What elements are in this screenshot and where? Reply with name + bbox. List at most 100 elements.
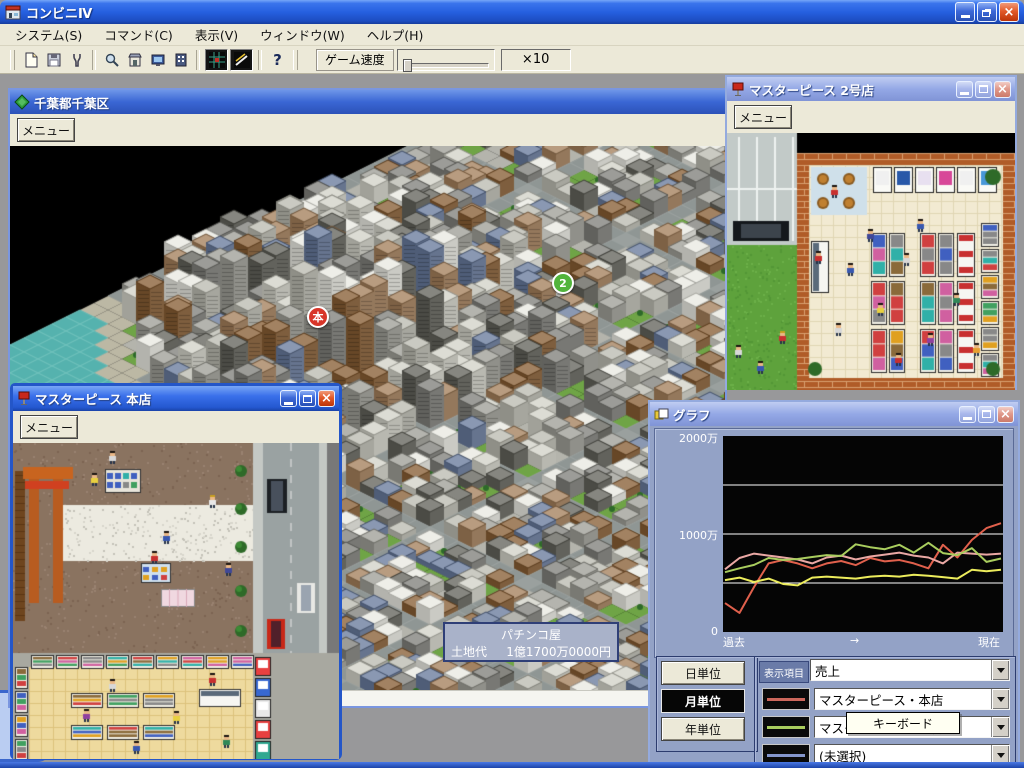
xtick-now: 現在: [978, 634, 1000, 650]
keyboard-tooltip: キーボード: [846, 712, 960, 734]
display-item-select[interactable]: 売上: [810, 659, 1010, 681]
toolbar-grip: [293, 50, 298, 70]
graph-minimize-button[interactable]: [959, 406, 976, 423]
marker-label: 本: [313, 309, 324, 325]
series1-value: マスターピース・本店: [815, 690, 991, 709]
map-marker-store2[interactable]: 2: [552, 272, 574, 294]
store2-window-title: マスターピース 2号店: [749, 80, 952, 99]
zoom-button[interactable]: [100, 49, 123, 71]
tool-wrench-button[interactable]: [65, 49, 88, 71]
report-button[interactable]: [230, 49, 253, 71]
land-grid-icon: [209, 52, 225, 68]
store2-close-button[interactable]: ×: [994, 81, 1011, 98]
honten-window-title: マスターピース 本店: [35, 389, 276, 408]
store2-menu-button[interactable]: メニュー: [734, 105, 792, 129]
store2-maximize-button[interactable]: [975, 81, 992, 98]
save-button[interactable]: [42, 49, 65, 71]
magnifier-icon: [104, 52, 120, 68]
help-icon: ?: [273, 51, 282, 69]
slider-thumb[interactable]: [403, 59, 412, 72]
app-minimize-button[interactable]: [955, 2, 975, 22]
game-speed-slider[interactable]: [397, 49, 495, 71]
app-title: コンビニⅣ: [26, 3, 950, 22]
dropdown-arrow-icon[interactable]: [991, 660, 1009, 680]
honten-window-titlebar[interactable]: マスターピース 本店 ×: [13, 386, 339, 411]
dropdown-arrow-icon[interactable]: [991, 717, 1009, 737]
honten-window: マスターピース 本店 × メニュー: [10, 383, 342, 760]
honten-canvas[interactable]: [13, 443, 339, 759]
legend-swatch-honten: [762, 688, 810, 710]
store2-window-icon: [731, 82, 745, 97]
menu-window[interactable]: ウィンドウ(W): [249, 23, 356, 46]
app-menubar: システム(S) コマンド(C) 表示(V) ウィンドウ(W) ヘルプ(H): [0, 24, 1024, 46]
app-close-button[interactable]: ×: [999, 2, 1019, 22]
save-icon: [46, 52, 62, 68]
desktop: コンビニⅣ × システム(S) コマンド(C) 表示(V) ウィンドウ(W) ヘ…: [0, 0, 1024, 768]
graph-body: 2000万 1000万 0 過去 → 現在 日単位 月単位 年単位 表示項目 売…: [650, 426, 1018, 762]
store2-view: [727, 133, 1015, 390]
app-toolbar: ? ゲーム速度 ×10: [0, 46, 1024, 74]
graph-close-button[interactable]: ×: [997, 406, 1014, 423]
dropdown-arrow-icon[interactable]: [991, 689, 1009, 709]
game-speed-label: ゲーム速度: [316, 49, 394, 71]
store2-window: マスターピース 2号店 × メニュー: [725, 75, 1017, 390]
map-marker-honten[interactable]: 本: [307, 306, 329, 328]
building-button[interactable]: [169, 49, 192, 71]
ytick-0: 0: [656, 625, 718, 638]
toolbar-grip: [10, 50, 15, 70]
dropdown-arrow-icon[interactable]: [991, 745, 1009, 762]
store2-menu-strip: メニュー: [727, 101, 1015, 133]
period-day-button[interactable]: 日単位: [661, 661, 745, 685]
tooltip-row-label: 土地代: [451, 643, 487, 660]
city-window-titlebar[interactable]: 千葉都千葉区: [10, 90, 725, 114]
toolbar-separator: [258, 50, 262, 70]
app-icon: [5, 4, 21, 20]
new-file-icon: [23, 52, 39, 68]
new-file-button[interactable]: [19, 49, 42, 71]
store-icon: [127, 52, 143, 68]
honten-window-icon: [17, 391, 31, 406]
graph-window-titlebar[interactable]: グラフ ×: [650, 402, 1018, 426]
store-view-button[interactable]: [123, 49, 146, 71]
honten-close-button[interactable]: ×: [318, 390, 335, 407]
menu-system[interactable]: システム(S): [4, 23, 93, 46]
menu-command[interactable]: コマンド(C): [93, 23, 183, 46]
series3-select[interactable]: (未選択): [814, 744, 1010, 762]
series3-value: (未選択): [815, 746, 991, 763]
toolbar-separator: [196, 50, 200, 70]
graph-maximize-button[interactable]: [978, 406, 995, 423]
menu-view[interactable]: 表示(V): [184, 23, 249, 46]
marker-label: 2: [559, 277, 567, 290]
city-window-icon: [14, 94, 30, 110]
period-month-button[interactable]: 月単位: [661, 689, 745, 713]
game-speed-value: ×10: [501, 49, 571, 71]
store2-canvas[interactable]: [727, 133, 1015, 390]
xtick-past: 過去: [723, 634, 745, 650]
app-restore-button[interactable]: [977, 2, 997, 22]
period-year-button[interactable]: 年単位: [661, 717, 745, 741]
series1-select[interactable]: マスターピース・本店: [814, 688, 1010, 710]
graph-window: グラフ × 2000万 1000万 0 過去 → 現在 日単位: [648, 400, 1020, 762]
honten-minimize-button[interactable]: [280, 390, 297, 407]
xtick-arrow: →: [850, 634, 859, 647]
tooltip-row-value: 1億1700万0000円: [506, 643, 611, 660]
city-menu-button[interactable]: メニュー: [17, 118, 75, 142]
ytick-2000: 2000万: [656, 430, 718, 446]
help-button[interactable]: ?: [266, 49, 289, 71]
graph-window-icon: [654, 407, 669, 421]
honten-view: [13, 443, 339, 759]
legend-swatch-unselected: [762, 744, 810, 762]
honten-menu-button[interactable]: メニュー: [20, 415, 78, 439]
menu-help[interactable]: ヘルプ(H): [356, 23, 435, 46]
sales-chart: [723, 436, 1003, 632]
honten-maximize-button[interactable]: [299, 390, 316, 407]
graph-window-title: グラフ: [673, 405, 955, 424]
app-titlebar: コンビニⅣ ×: [0, 0, 1024, 24]
land-grid-button[interactable]: [205, 49, 228, 71]
monitor-button[interactable]: [146, 49, 169, 71]
store2-window-titlebar[interactable]: マスターピース 2号店 ×: [727, 77, 1015, 101]
monitor-icon: [150, 52, 166, 68]
store2-minimize-button[interactable]: [956, 81, 973, 98]
mdi-workspace: 千葉都千葉区 メニュー 本 2 パチンコ屋 土地代 1億1700万0000円: [0, 74, 1024, 762]
slider-groove: [403, 63, 489, 68]
